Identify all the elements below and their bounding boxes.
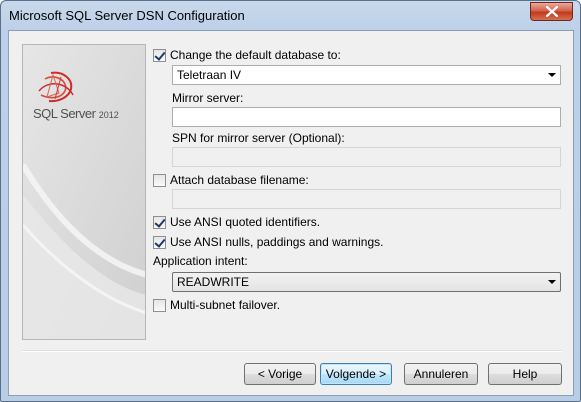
spn-mirror-input[interactable] (172, 147, 561, 167)
mirror-server-input[interactable] (172, 107, 561, 127)
ansi-quoted-checkbox[interactable] (153, 215, 166, 229)
default-db-value: Teletraan IV (177, 68, 242, 82)
default-db-select[interactable]: Teletraan IV (172, 65, 561, 85)
chevron-down-icon (548, 280, 556, 284)
window-title: Microsoft SQL Server DSN Configuration (9, 8, 245, 23)
change-default-db-row[interactable]: Change the default database to: (153, 48, 341, 62)
chevron-down-icon (548, 73, 556, 77)
sql-server-logo-icon (38, 71, 74, 103)
ansi-quoted-row[interactable]: Use ANSI quoted identifiers. (153, 215, 320, 229)
ansi-nulls-row[interactable]: Use ANSI nulls, paddings and warnings. (153, 235, 383, 249)
cancel-button[interactable]: Annuleren (404, 363, 478, 385)
ansi-nulls-checkbox[interactable] (153, 235, 166, 249)
attach-db-checkbox[interactable] (153, 173, 166, 187)
title-bar[interactable]: Microsoft SQL Server DSN Configuration (1, 1, 580, 31)
ansi-quoted-label: Use ANSI quoted identifiers. (170, 215, 321, 229)
spn-mirror-label: SPN for mirror server (Optional): (172, 131, 345, 145)
button-separator (22, 350, 562, 352)
close-button[interactable] (530, 2, 573, 21)
close-icon (545, 6, 558, 17)
product-wordmark: SQL Server 2012 (33, 106, 119, 121)
branding-panel: SQL Server 2012 (22, 44, 146, 340)
app-intent-label: Application intent: (153, 254, 248, 268)
dialog-window: Microsoft SQL Server DSN Configuration S… (0, 0, 581, 402)
multi-subnet-checkbox[interactable] (153, 298, 166, 312)
app-intent-select[interactable]: READWRITE (172, 272, 561, 292)
app-intent-value: READWRITE (177, 275, 249, 289)
next-button[interactable]: Volgende > (320, 363, 392, 385)
multi-subnet-label: Multi-subnet failover. (170, 298, 281, 312)
back-button[interactable]: < Vorige (244, 363, 316, 385)
dialog-client-area: SQL Server 2012 Change the default datab… (8, 30, 574, 396)
product-year: 2012 (98, 110, 119, 120)
product-name: SQL Server (33, 106, 96, 121)
ansi-nulls-label: Use ANSI nulls, paddings and warnings. (170, 235, 384, 249)
change-default-db-checkbox[interactable] (153, 48, 166, 62)
attach-db-input[interactable] (172, 189, 561, 209)
attach-db-row[interactable]: Attach database filename: (153, 173, 309, 187)
change-default-db-label: Change the default database to: (170, 48, 341, 62)
multi-subnet-row[interactable]: Multi-subnet failover. (153, 298, 280, 312)
mirror-server-label: Mirror server: (172, 91, 244, 105)
help-button[interactable]: Help (488, 363, 562, 385)
attach-db-label: Attach database filename: (170, 173, 309, 187)
